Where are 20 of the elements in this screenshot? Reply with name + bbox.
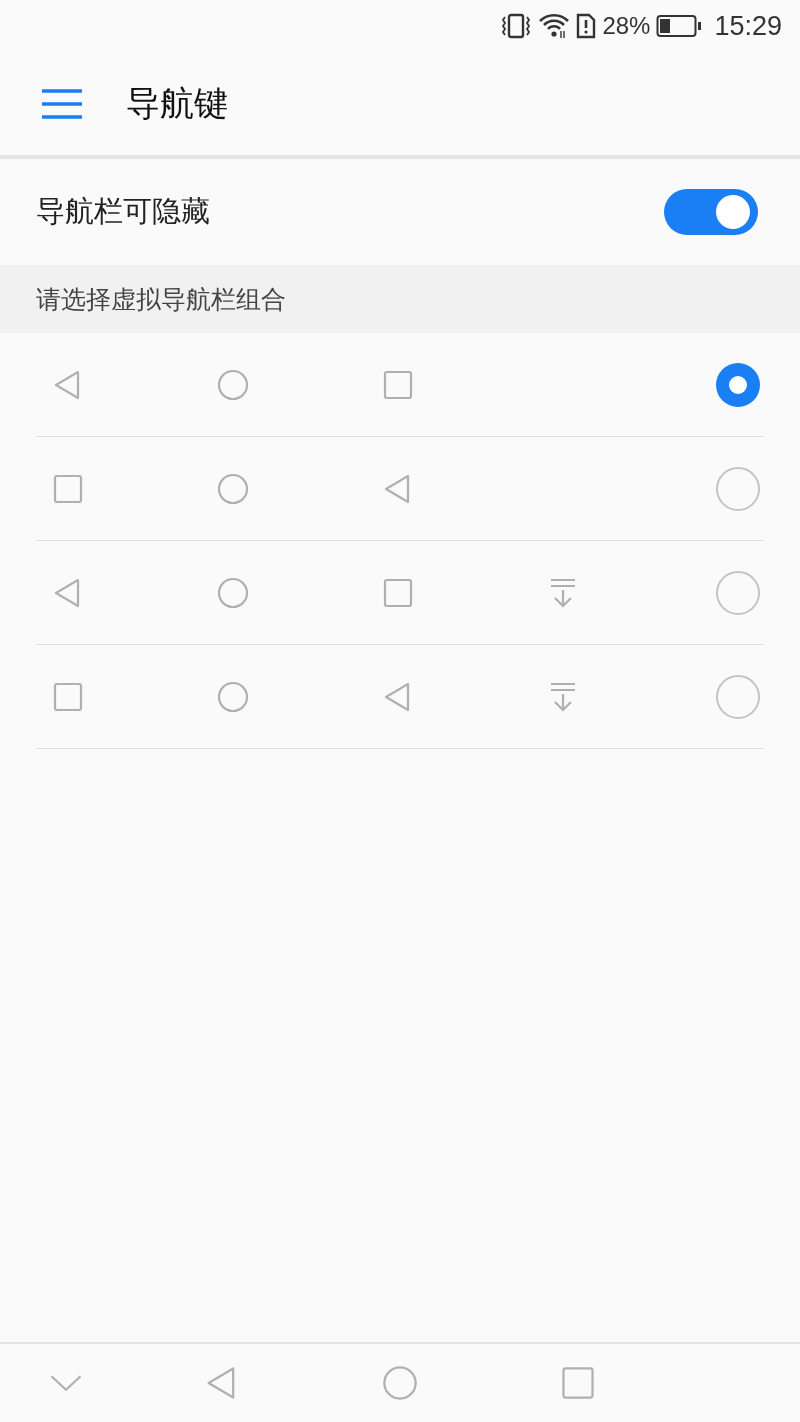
radio-button[interactable] xyxy=(716,466,760,511)
toggle-switch[interactable] xyxy=(664,189,758,235)
home-icon[interactable] xyxy=(381,1364,419,1402)
page-title: 导航键 xyxy=(126,81,228,125)
setting-label: 导航栏可隐藏 xyxy=(36,193,210,230)
radio-button[interactable] xyxy=(716,570,760,615)
section-title: 请选择虚拟导航栏组合 xyxy=(36,283,286,316)
radio-button[interactable] xyxy=(716,674,760,719)
sim-alert-icon xyxy=(576,13,597,39)
clock-time: 15:29 xyxy=(714,10,782,42)
recent-apps-icon[interactable] xyxy=(559,1364,597,1402)
wifi-icon xyxy=(538,13,571,39)
home-icon xyxy=(216,575,250,610)
battery-icon xyxy=(656,14,703,38)
home-icon xyxy=(216,679,250,714)
home-icon xyxy=(216,471,250,506)
home-icon xyxy=(216,367,250,402)
radio-button[interactable] xyxy=(716,362,760,407)
vibrate-icon xyxy=(500,13,533,39)
battery-percent: 28% xyxy=(602,12,651,40)
